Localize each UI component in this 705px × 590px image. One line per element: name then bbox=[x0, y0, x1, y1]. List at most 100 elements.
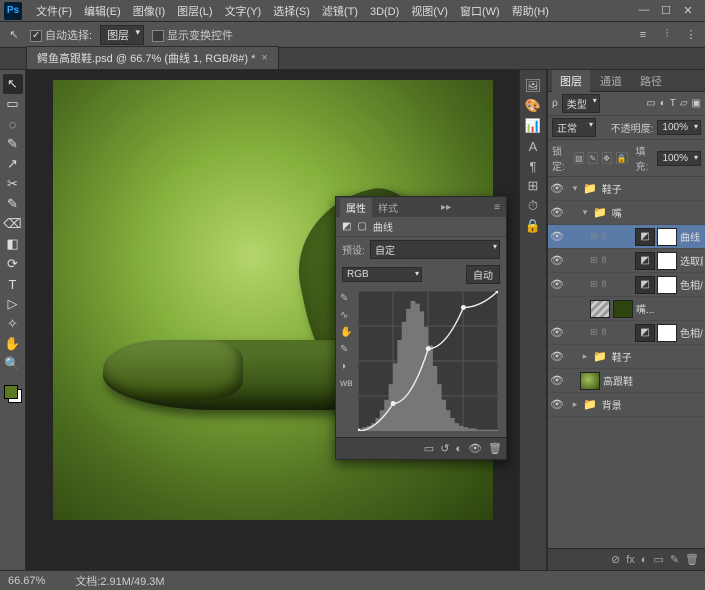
align-icon[interactable]: ⫶ bbox=[659, 27, 675, 43]
visibility-toggle[interactable]: 👁 bbox=[550, 374, 564, 387]
disclosure-triangle[interactable]: ▾ bbox=[570, 183, 580, 194]
tool-6[interactable]: ✎ bbox=[3, 194, 23, 214]
document-tab[interactable]: 鳄鱼高跟鞋.psd @ 66.7% (曲线 1, RGB/8#) * × bbox=[26, 46, 279, 69]
tool-14[interactable]: 🔍 bbox=[3, 354, 23, 374]
lock-transparency-icon[interactable]: ▨ bbox=[574, 152, 584, 164]
menu-帮助[interactable]: 帮助(H) bbox=[506, 4, 555, 20]
layer-row[interactable]: 👁▸📁背景 bbox=[548, 393, 705, 417]
auto-select-checkbox[interactable]: 自动选择: bbox=[30, 27, 92, 43]
visibility-toggle[interactable]: 👁 bbox=[550, 182, 564, 195]
properties-foot-icon[interactable]: ▭ bbox=[424, 442, 434, 455]
tab-layers[interactable]: 图层 bbox=[552, 70, 590, 92]
layer-row[interactable]: 👁▸📁鞋子 bbox=[548, 345, 705, 369]
mini-panel-3[interactable]: A bbox=[523, 136, 543, 156]
preset-combo[interactable]: 自定 bbox=[370, 240, 500, 259]
layers-foot-icon[interactable]: 🗑 bbox=[685, 553, 699, 566]
filter-adjust-icon[interactable]: ◐ bbox=[660, 98, 666, 109]
close-tab-icon[interactable]: × bbox=[261, 52, 267, 64]
menu-编辑[interactable]: 编辑(E) bbox=[78, 4, 127, 20]
layer-row[interactable]: 👁⊞8◩色相/... bbox=[548, 273, 705, 297]
layer-row[interactable]: 👁▾📁鞋子 bbox=[548, 177, 705, 201]
tool-0[interactable]: ↖ bbox=[3, 74, 23, 94]
channel-combo[interactable]: RGB bbox=[342, 267, 422, 282]
mini-panel-5[interactable]: ⊞ bbox=[523, 176, 543, 196]
auto-select-combo[interactable]: 图层 bbox=[100, 25, 144, 45]
menu-滤镜[interactable]: 滤镜(T) bbox=[316, 4, 364, 20]
tool-1[interactable]: ▭ bbox=[3, 94, 23, 114]
menu-3D[interactable]: 3D(D) bbox=[364, 4, 405, 20]
filter-kind-combo[interactable]: 类型 bbox=[562, 94, 600, 113]
foreground-color-swatch[interactable] bbox=[4, 385, 18, 399]
tool-11[interactable]: ▷ bbox=[3, 294, 23, 314]
layers-foot-icon[interactable]: ▭ bbox=[653, 553, 663, 566]
curve-tool-icon[interactable]: ✎ bbox=[340, 293, 356, 304]
layer-row[interactable]: 👁⊞8◩色相/饱... bbox=[548, 321, 705, 345]
layer-row[interactable]: 👁高跟鞋 bbox=[548, 369, 705, 393]
lock-all-icon[interactable]: 🔒 bbox=[616, 152, 628, 164]
lock-position-icon[interactable]: ✥ bbox=[602, 152, 612, 164]
menu-视图[interactable]: 视图(V) bbox=[405, 4, 454, 20]
mini-panel-1[interactable]: 🎨 bbox=[523, 96, 543, 116]
visibility-toggle[interactable]: 👁 bbox=[550, 254, 564, 267]
layers-foot-icon[interactable]: ◐ bbox=[641, 554, 648, 566]
mini-panel-2[interactable]: 📊 bbox=[523, 116, 543, 136]
tool-12[interactable]: ✧ bbox=[3, 314, 23, 334]
disclosure-triangle[interactable]: ▸ bbox=[580, 351, 590, 362]
align-icon[interactable]: ≡ bbox=[635, 27, 651, 43]
tool-8[interactable]: ◧ bbox=[3, 234, 23, 254]
filter-smart-icon[interactable]: ▣ bbox=[692, 98, 701, 109]
properties-foot-icon[interactable]: 🗑 bbox=[488, 442, 502, 455]
properties-foot-icon[interactable]: ◐ bbox=[455, 443, 462, 455]
visibility-toggle[interactable]: 👁 bbox=[550, 350, 564, 363]
zoom-level[interactable]: 66.67% bbox=[8, 575, 45, 587]
visibility-toggle[interactable]: 👁 bbox=[550, 398, 564, 411]
mini-panel-7[interactable]: 🔒 bbox=[523, 216, 543, 236]
visibility-toggle[interactable]: 👁 bbox=[550, 326, 564, 339]
color-swatch[interactable] bbox=[4, 385, 22, 403]
tool-7[interactable]: ⌫ bbox=[3, 214, 23, 234]
tool-3[interactable]: ✎ bbox=[3, 134, 23, 154]
fill-input[interactable]: 100% bbox=[657, 151, 701, 166]
layer-row[interactable]: 👁⊞8◩选取颜... bbox=[548, 249, 705, 273]
tab-styles[interactable]: 样式 bbox=[372, 198, 404, 217]
tool-13[interactable]: ✋ bbox=[3, 334, 23, 354]
layer-row[interactable]: 👁▾📁嘴 bbox=[548, 201, 705, 225]
curves-graph[interactable] bbox=[358, 291, 498, 431]
tool-4[interactable]: ↗ bbox=[3, 154, 23, 174]
lock-pixels-icon[interactable]: ✎ bbox=[588, 152, 598, 164]
mini-panel-4[interactable]: ¶ bbox=[523, 156, 543, 176]
curve-tool-icon[interactable]: ◑ bbox=[340, 361, 356, 372]
panel-menu-icon[interactable]: ≡ bbox=[488, 200, 506, 215]
tool-2[interactable]: ◌ bbox=[3, 114, 23, 134]
tab-properties[interactable]: 属性 bbox=[340, 198, 372, 217]
opacity-input[interactable]: 100% bbox=[657, 120, 701, 135]
tab-channels[interactable]: 通道 bbox=[592, 70, 630, 92]
tool-10[interactable]: T bbox=[3, 274, 23, 294]
disclosure-triangle[interactable]: ▸ bbox=[570, 399, 580, 410]
filter-shape-icon[interactable]: ▱ bbox=[680, 98, 688, 109]
menu-图层[interactable]: 图层(L) bbox=[171, 4, 218, 20]
curve-tool-icon[interactable]: ✎ bbox=[340, 344, 356, 355]
distribute-icon[interactable]: ⋮ bbox=[683, 27, 699, 43]
menu-选择[interactable]: 选择(S) bbox=[267, 4, 316, 20]
layer-row[interactable]: 👁⊞8◩曲线 1 bbox=[548, 225, 705, 249]
curve-tool-icon[interactable]: ∿ bbox=[340, 310, 356, 321]
tab-paths[interactable]: 路径 bbox=[632, 70, 670, 92]
close-button[interactable]: ✕ bbox=[681, 4, 695, 17]
menu-文字[interactable]: 文字(Y) bbox=[219, 4, 268, 20]
curve-tool-icon[interactable]: ✋ bbox=[340, 327, 356, 338]
visibility-toggle[interactable]: 👁 bbox=[550, 278, 564, 291]
layers-foot-icon[interactable]: ⊘ bbox=[611, 553, 620, 566]
show-transform-checkbox[interactable]: 显示变换控件 bbox=[152, 27, 233, 43]
mini-panel-0[interactable]: 🖼 bbox=[523, 76, 543, 96]
tool-9[interactable]: ⟳ bbox=[3, 254, 23, 274]
minimize-button[interactable]: — bbox=[637, 4, 651, 17]
blend-mode-combo[interactable]: 正常 bbox=[552, 118, 596, 137]
layer-row[interactable]: 嘴... bbox=[548, 297, 705, 321]
visibility-toggle[interactable]: 👁 bbox=[550, 230, 564, 243]
mini-panel-6[interactable]: ⏱ bbox=[523, 196, 543, 216]
curve-tool-icon[interactable]: ᴡʙ bbox=[340, 378, 356, 389]
document-info[interactable]: 文档:2.91M/49.3M bbox=[75, 573, 164, 589]
properties-foot-icon[interactable]: ↺ bbox=[440, 442, 449, 455]
tool-5[interactable]: ✂ bbox=[3, 174, 23, 194]
